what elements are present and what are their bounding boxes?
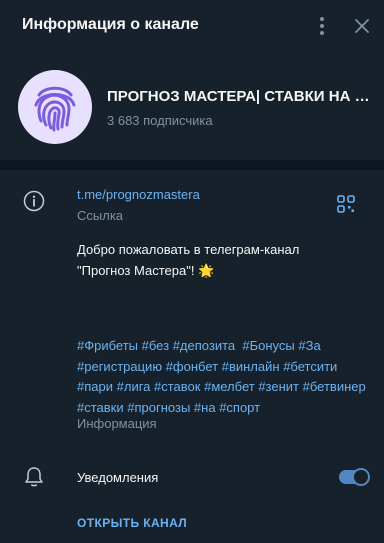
hashtag[interactable]: #ставок (154, 379, 200, 394)
hashtag[interactable]: #Бонусы (242, 338, 294, 353)
channel-profile: ПРОГНОЗ МАСТЕРА| СТАВКИ НА СПОРТ 3 683 п… (0, 52, 384, 160)
header: Информация о канале (0, 0, 384, 52)
page-title: Информация о канале (22, 16, 199, 33)
hashtag[interactable]: #За (298, 338, 320, 353)
hashtag[interactable]: #ставки (77, 400, 124, 415)
hashtag[interactable]: #винлайн (222, 359, 280, 374)
notifications-toggle[interactable] (339, 468, 370, 486)
channel-description: Добро пожаловать в телеграм-канал "Прогн… (77, 239, 367, 281)
hashtag[interactable]: #бетсити (283, 359, 337, 374)
hashtag[interactable]: #лига (117, 379, 151, 394)
open-channel-button[interactable]: ОТКРЫТЬ КАНАЛ (77, 516, 187, 530)
info-icon (23, 190, 45, 212)
close-button[interactable] (350, 14, 374, 38)
channel-link[interactable]: t.me/prognozmastera (77, 187, 200, 202)
hashtag[interactable]: #мелбет (204, 379, 255, 394)
description-line: Добро пожаловать в телеграм-канал (77, 242, 300, 257)
subscriber-count: 3 683 подписчика (107, 113, 213, 128)
link-caption: Ссылка (77, 208, 124, 223)
hashtag[interactable]: #пари (77, 379, 113, 394)
description-line: "Прогноз Мастера"! 🌟 (77, 263, 215, 278)
info-caption: Информация (77, 416, 157, 431)
toggle-knob (352, 468, 370, 486)
more-vertical-icon (320, 17, 324, 35)
fingerprint-icon (34, 86, 76, 132)
qr-code-icon[interactable] (337, 195, 355, 213)
bell-icon (25, 467, 43, 487)
hashtag[interactable]: #спорт (219, 400, 260, 415)
hashtag[interactable]: #прогнозы (127, 400, 190, 415)
hashtag[interactable]: #регистрацию (77, 359, 162, 374)
hashtag[interactable]: #зенит (258, 379, 299, 394)
hashtag[interactable]: #на (194, 400, 216, 415)
more-button[interactable] (310, 14, 334, 38)
close-icon (355, 19, 369, 33)
section-divider (0, 160, 384, 170)
star-emoji-icon: 🌟 (198, 263, 215, 278)
channel-avatar[interactable] (18, 70, 92, 144)
hashtag[interactable]: #без (142, 338, 169, 353)
hashtag[interactable]: #фонбет (166, 359, 218, 374)
hashtag[interactable]: #бетвинер (303, 379, 366, 394)
hashtag-list: #Фрибеты #без #депозита #Бонусы #За #рег… (77, 336, 372, 418)
hashtag[interactable]: #депозита (173, 338, 235, 353)
hashtag[interactable]: #Фрибеты (77, 338, 138, 353)
channel-name: ПРОГНОЗ МАСТЕРА| СТАВКИ НА СПОРТ (107, 88, 375, 105)
notifications-label: Уведомления (77, 470, 159, 485)
